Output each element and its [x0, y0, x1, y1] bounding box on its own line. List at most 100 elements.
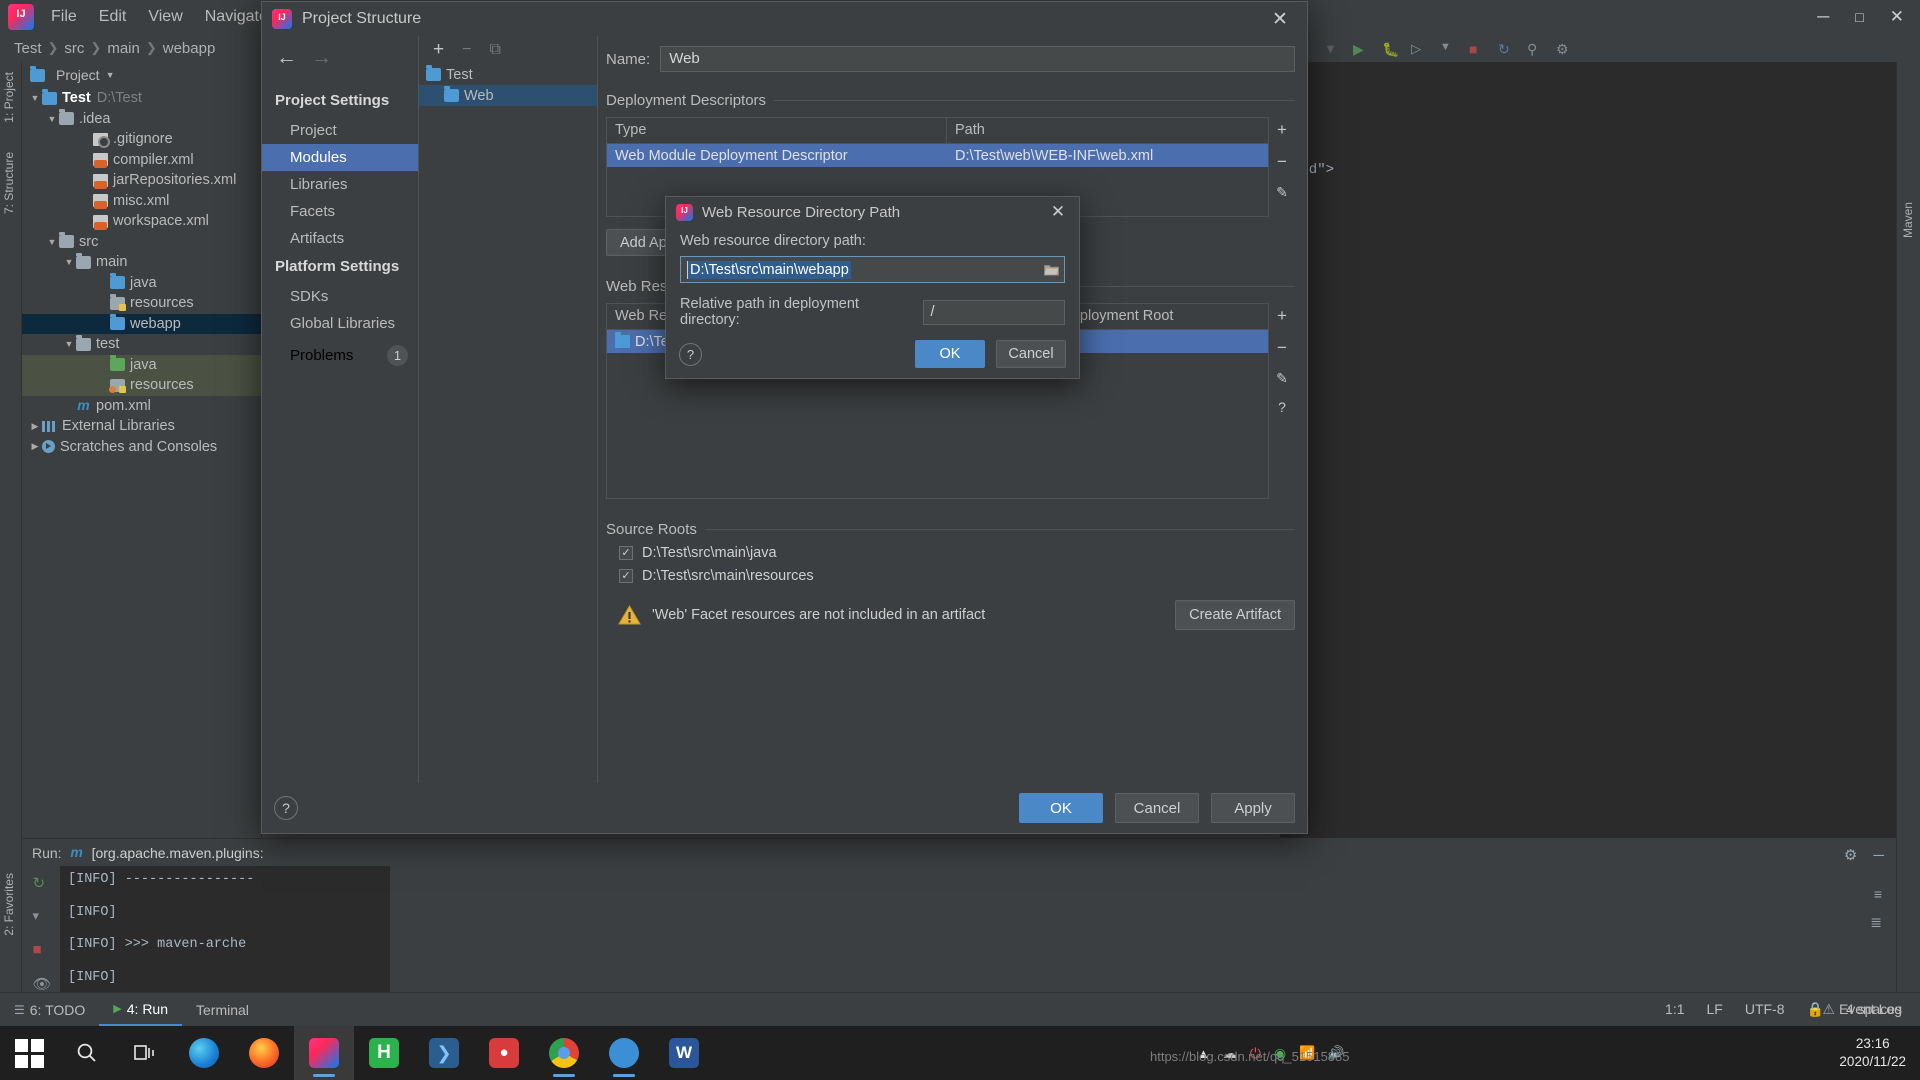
breadcrumb-src[interactable]: src [60, 40, 88, 57]
path-input-wrapper[interactable]: D:\Test\src\main\webapp [680, 256, 1065, 283]
tree-toggle-icon[interactable]: ▶ [28, 421, 42, 432]
taskbar-app-intellij[interactable] [294, 1026, 354, 1080]
edit-icon[interactable]: ✎ [1276, 370, 1288, 387]
taskbar-app-hbuilder[interactable]: H [354, 1026, 414, 1080]
tree-node-webapp[interactable]: webapp [22, 314, 261, 335]
sidebar-item-project[interactable]: Project [262, 117, 418, 144]
line-separator[interactable]: LF [1707, 1001, 1723, 1017]
project-panel-header[interactable]: Project ▼ [22, 62, 261, 88]
expand-all-icon[interactable]: ≡ [1874, 886, 1882, 902]
tool-tab-maven[interactable]: Maven [1901, 202, 1915, 238]
menu-file[interactable]: File [40, 4, 88, 30]
remove-module-icon[interactable]: − [462, 41, 471, 59]
stop-icon[interactable]: ■ [33, 941, 50, 958]
tree-node-src[interactable]: ▼src [22, 232, 261, 253]
source-root-checkbox[interactable]: ✓ [619, 569, 633, 583]
soft-wrap-icon[interactable]: 👁 [33, 975, 50, 992]
sidebar-item-artifacts[interactable]: Artifacts [262, 225, 418, 252]
ok-button[interactable]: OK [915, 340, 985, 368]
caret-position[interactable]: 1:1 [1665, 1001, 1684, 1017]
menu-edit[interactable]: Edit [88, 4, 138, 30]
tree-node-test[interactable]: ▼TestD:\Test [22, 88, 261, 109]
panel-minimize-icon[interactable]: ─ [1873, 847, 1884, 864]
panel-settings-icon[interactable]: ⚙ [1844, 846, 1857, 864]
forward-arrow-icon[interactable]: → [311, 46, 332, 70]
run-config-name[interactable]: [org.apache.maven.plugins: [92, 845, 264, 861]
column-header-type[interactable]: Type [607, 118, 947, 143]
minimize-button[interactable]: ─ [1817, 7, 1829, 27]
tree-node-misc-xml[interactable]: misc.xml [22, 191, 261, 212]
taskbar-app-edge[interactable] [174, 1026, 234, 1080]
search-everywhere-icon[interactable]: ⚲ [1527, 41, 1543, 57]
task-view-icon[interactable] [116, 1026, 174, 1080]
source-root-checkbox[interactable]: ✓ [619, 546, 633, 560]
stop-button-icon[interactable]: ■ [1469, 41, 1485, 57]
close-icon[interactable]: ✕ [1041, 198, 1075, 226]
modules-tree[interactable]: TestWeb [419, 64, 597, 106]
source-root-item[interactable]: ✓ D:\Test\src\main\resources [606, 561, 1295, 584]
sidebar-item-facets[interactable]: Facets [262, 198, 418, 225]
git-update-icon[interactable]: ↻ [1498, 41, 1514, 57]
ok-button[interactable]: OK [1019, 793, 1103, 823]
lock-icon[interactable]: 🔒 [1807, 1001, 1824, 1018]
taskbar-app-vscode[interactable]: ❯ [414, 1026, 474, 1080]
module-tree-item-web[interactable]: Web [419, 85, 597, 106]
menu-view[interactable]: View [137, 4, 193, 30]
tree-node-jarrepositories-xml[interactable]: jarRepositories.xml [22, 170, 261, 191]
tool-tab-structure[interactable]: 7: Structure [2, 152, 16, 214]
sidebar-item-sdks[interactable]: SDKs [262, 283, 418, 310]
run-button-icon[interactable]: ▶ [1353, 41, 1369, 57]
source-root-item[interactable]: ✓ D:\Test\src\main\java [606, 538, 1295, 561]
tree-toggle-icon[interactable]: ▼ [45, 237, 59, 247]
help-icon[interactable]: ? [274, 796, 298, 820]
project-tree[interactable]: ▼TestD:\Test▼.idea.gitignorecompiler.xml… [22, 88, 261, 840]
module-tree-item-test[interactable]: Test [419, 64, 597, 85]
create-artifact-button[interactable]: Create Artifact [1175, 600, 1295, 630]
taskbar-app-word[interactable]: W [654, 1026, 714, 1080]
remove-icon[interactable]: − [1277, 338, 1287, 358]
tree-node-pom-xml[interactable]: mpom.xml [22, 396, 261, 417]
editor-area[interactable]: xsd"> [1280, 62, 1896, 840]
tree-node-java[interactable]: java [22, 355, 261, 376]
tree-node--gitignore[interactable]: .gitignore [22, 129, 261, 150]
add-module-icon[interactable]: + [433, 39, 444, 61]
tree-toggle-icon[interactable]: ▼ [45, 114, 59, 124]
run-dropdown-icon[interactable]: ▾ [33, 908, 50, 924]
column-header-path[interactable]: Path [947, 118, 1268, 143]
tree-node-compiler-xml[interactable]: compiler.xml [22, 150, 261, 171]
tree-node-resources[interactable]: resources [22, 375, 261, 396]
tree-node-test[interactable]: ▼test [22, 334, 261, 355]
tree-toggle-icon[interactable]: ▼ [28, 93, 42, 103]
taskbar-clock[interactable]: 23:16 2020/11/22 [1839, 1035, 1920, 1071]
sidebar-item-global-libraries[interactable]: Global Libraries [262, 310, 418, 337]
taskbar-app-firefox[interactable] [234, 1026, 294, 1080]
collapse-all-icon[interactable]: ≣ [1870, 914, 1882, 931]
search-icon[interactable] [58, 1026, 116, 1080]
run-config-icon[interactable]: ▼ [1324, 41, 1340, 57]
back-arrow-icon[interactable]: ← [276, 46, 297, 70]
help-icon[interactable]: ? [1278, 399, 1286, 415]
breadcrumb-main[interactable]: main [103, 40, 144, 57]
status-tab-terminal[interactable]: Terminal [182, 1002, 263, 1018]
file-encoding[interactable]: UTF-8 [1745, 1001, 1785, 1017]
tree-node-main[interactable]: ▼main [22, 252, 261, 273]
remove-icon[interactable]: − [1277, 152, 1287, 172]
status-tab-todo[interactable]: ☰ 6: TODO [0, 1002, 99, 1018]
tree-node--idea[interactable]: ▼.idea [22, 109, 261, 130]
breadcrumb-test[interactable]: Test [10, 40, 46, 57]
coverage-icon[interactable]: ▷ [1411, 41, 1427, 57]
apply-button[interactable]: Apply [1211, 793, 1295, 823]
status-tab-run[interactable]: ▶ 4: Run [99, 993, 182, 1026]
tree-node-external-libraries[interactable]: ▶External Libraries [22, 416, 261, 437]
cancel-button[interactable]: Cancel [996, 340, 1066, 368]
taskbar-app-teams[interactable] [594, 1026, 654, 1080]
table-row[interactable]: Web Module Deployment Descriptor D:\Test… [607, 144, 1268, 167]
edit-icon[interactable]: ✎ [1276, 184, 1288, 201]
tree-node-resources[interactable]: resources [22, 293, 261, 314]
help-icon[interactable]: ? [679, 343, 702, 366]
module-name-input[interactable]: Web [660, 46, 1295, 72]
tool-tab-favorites[interactable]: 2: Favorites [2, 873, 16, 936]
taskbar-app-chrome[interactable] [534, 1026, 594, 1080]
chevron-down-icon[interactable]: ▼ [106, 70, 115, 80]
tree-toggle-icon[interactable]: ▶ [28, 441, 42, 452]
